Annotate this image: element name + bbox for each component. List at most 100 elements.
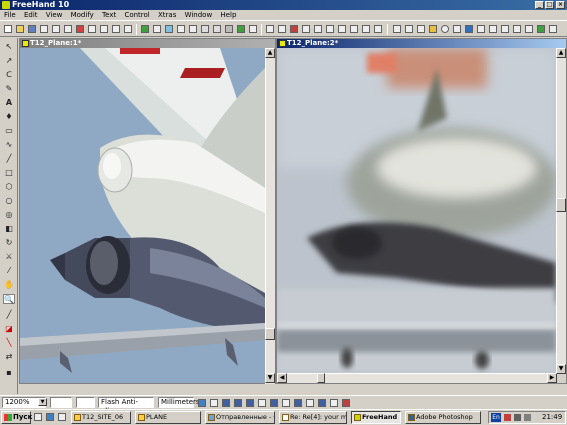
align-panel-icon[interactable]: [374, 25, 382, 33]
fit-selection-icon[interactable]: [246, 399, 254, 407]
mirror-icon[interactable]: [525, 25, 533, 33]
horizontal-scrollbar[interactable]: ◀ ▶: [277, 373, 557, 383]
copy-icon[interactable]: [88, 25, 96, 33]
object-icon[interactable]: [225, 25, 233, 33]
lasso-tool-icon[interactable]: ᑕ: [3, 70, 15, 80]
bring-to-front-icon[interactable]: [290, 25, 298, 33]
line-tool-icon[interactable]: ╱: [3, 154, 15, 164]
pointer-tool-icon[interactable]: ↖: [3, 42, 15, 52]
vector-canvas[interactable]: [20, 48, 265, 383]
start-button[interactable]: Пуск: [1, 411, 32, 424]
bezigon-tool-icon[interactable]: ♦: [3, 112, 15, 122]
import-icon[interactable]: [40, 25, 48, 33]
stroke-none-icon[interactable]: ╲: [3, 338, 15, 348]
zoom-out-icon[interactable]: [222, 399, 230, 407]
align-icon[interactable]: [177, 25, 185, 33]
chart-icon[interactable]: [549, 25, 557, 33]
roughen-icon[interactable]: [405, 25, 413, 33]
clock[interactable]: 21:49: [542, 412, 562, 423]
minimize-button[interactable]: _: [535, 1, 544, 9]
reflect-tool-icon[interactable]: ◧: [3, 224, 15, 234]
group-icon[interactable]: [266, 25, 274, 33]
units-field[interactable]: Millimeters: [158, 397, 200, 408]
fit-all-icon[interactable]: [258, 399, 266, 407]
paste-icon[interactable]: [100, 25, 108, 33]
scroll-right-icon[interactable]: ▶: [547, 373, 557, 383]
polygon-tool-icon[interactable]: ⬡: [3, 182, 15, 192]
join-icon[interactable]: [314, 25, 322, 33]
unlock-icon[interactable]: [362, 25, 370, 33]
language-indicator[interactable]: En: [491, 413, 501, 422]
tints-icon[interactable]: [249, 25, 257, 33]
fisheye-icon[interactable]: [489, 25, 497, 33]
scroll-left-icon[interactable]: ◀: [277, 373, 287, 383]
spiral-icon[interactable]: [441, 25, 449, 33]
bitmap-canvas[interactable]: [277, 48, 556, 373]
menu-edit[interactable]: Edit: [24, 10, 38, 20]
cut-icon[interactable]: [76, 25, 84, 33]
quicklaunch-desktop-icon[interactable]: [34, 413, 42, 421]
fit-page-icon[interactable]: [234, 399, 242, 407]
zoom-tool-icon[interactable]: 🔍: [3, 294, 15, 304]
knife-tool-icon[interactable]: ⚔: [3, 252, 15, 262]
snap-icon[interactable]: [270, 399, 278, 407]
task-mail-reply[interactable]: Re: Re[4]: your mail: [279, 411, 347, 424]
smudge-icon[interactable]: [501, 25, 509, 33]
pen-tool-icon[interactable]: ✎: [3, 84, 15, 94]
hand-tool-icon[interactable]: ✋: [3, 280, 15, 290]
eyedropper-tool-icon[interactable]: ⁄: [3, 266, 15, 276]
menu-control[interactable]: Control: [124, 10, 149, 20]
swap-colors-icon[interactable]: ⇄: [3, 352, 15, 362]
scroll-down-icon[interactable]: ▼: [556, 364, 566, 374]
keyline-icon[interactable]: [318, 399, 326, 407]
subselect-tool-icon[interactable]: ↗: [3, 56, 15, 66]
text-tool-icon[interactable]: A: [3, 98, 15, 108]
task-t12-site[interactable]: T12_SITE_06: [71, 411, 131, 424]
quicklaunch-outlook-icon[interactable]: [58, 413, 66, 421]
info-icon[interactable]: [198, 399, 206, 407]
open-icon[interactable]: [16, 25, 24, 33]
scroll-thumb[interactable]: [556, 198, 566, 212]
arc-icon[interactable]: [453, 25, 461, 33]
spiral-tool-icon[interactable]: ◎: [3, 210, 15, 220]
zoom-dropdown-icon[interactable]: ▼: [38, 398, 47, 406]
task-photoshop[interactable]: Adobe Photoshop: [405, 411, 481, 424]
task-outlook[interactable]: Отправленные - Ou...: [205, 411, 275, 424]
export-icon[interactable]: [52, 25, 60, 33]
rulers-icon[interactable]: [306, 399, 314, 407]
task-freehand[interactable]: FreeHand 10: [351, 411, 401, 424]
fill-color-icon[interactable]: ◪: [3, 324, 15, 334]
graphic-hose-icon[interactable]: [429, 25, 437, 33]
shadow-icon[interactable]: [513, 25, 521, 33]
mixer-icon[interactable]: [237, 25, 245, 33]
ellipse-tool-icon[interactable]: ○: [3, 196, 15, 206]
new-document-icon[interactable]: [4, 25, 12, 33]
scroll-down-icon[interactable]: ▼: [265, 373, 275, 383]
menu-text[interactable]: Text: [102, 10, 116, 20]
eyedropper-icon[interactable]: [465, 25, 473, 33]
zoom-in-icon[interactable]: [210, 399, 218, 407]
menu-view[interactable]: View: [46, 10, 63, 20]
tray-volume-icon[interactable]: [524, 414, 531, 421]
scroll-up-icon[interactable]: ▲: [265, 48, 275, 58]
menu-window[interactable]: Window: [185, 10, 213, 20]
page-tool-icon[interactable]: [330, 399, 338, 407]
scale-tool-icon[interactable]: ▭: [3, 126, 15, 136]
rectangle-tool-icon[interactable]: □: [3, 168, 15, 178]
preview-mode-field[interactable]: Flash Anti-alias: [98, 397, 154, 415]
stroke-color-icon[interactable]: ╱: [3, 310, 15, 320]
scroll-thumb[interactable]: [265, 328, 275, 340]
scroll-thumb[interactable]: [317, 373, 325, 383]
swatches-icon[interactable]: [165, 25, 173, 33]
page-selector[interactable]: [50, 397, 72, 408]
styles-icon[interactable]: [153, 25, 161, 33]
library-icon[interactable]: [213, 25, 221, 33]
task-plane[interactable]: PLANE: [135, 411, 201, 424]
print-icon[interactable]: [64, 25, 72, 33]
save-icon[interactable]: [28, 25, 36, 33]
menu-file[interactable]: File: [4, 10, 16, 20]
tray-network-icon[interactable]: [514, 414, 521, 421]
maximize-button[interactable]: □: [545, 1, 554, 9]
layers-icon[interactable]: [141, 25, 149, 33]
scroll-up-icon[interactable]: ▲: [556, 48, 566, 58]
